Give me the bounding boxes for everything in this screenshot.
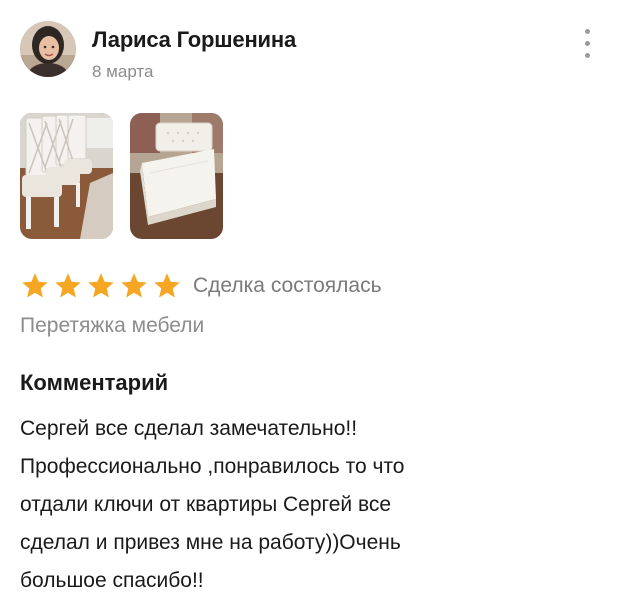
review-photo-bed[interactable] (130, 113, 223, 239)
star-icon (154, 273, 180, 298)
service-name[interactable]: Перетяжка мебели (20, 314, 204, 338)
author-name[interactable]: Лариса Горшенина (92, 27, 296, 53)
star-icon (88, 273, 114, 298)
review-date: 8 марта (92, 62, 154, 81)
review-photo-chairs[interactable] (20, 113, 113, 239)
star-rating (20, 271, 182, 301)
avatar[interactable] (20, 21, 76, 77)
comment-line: Сергей все сделал замечательно!! (20, 417, 358, 440)
comment-line: отдали ключи от квартиры Сергей все (20, 493, 392, 516)
comment-heading: Комментарий (20, 370, 169, 395)
rating-row: Сделка состоялась (20, 270, 382, 302)
star-icon (121, 273, 147, 298)
deal-status: Сделка состоялась (193, 274, 382, 297)
more-options-button[interactable] (578, 27, 596, 61)
comment-line: большое спасибо!! (20, 569, 204, 592)
star-icon (55, 273, 81, 298)
comment-line: сделал и привез мне на работу))Очень (20, 531, 401, 554)
comment-line: Профессионально ,понравилось то что (20, 455, 405, 478)
star-icon (22, 273, 48, 298)
comment-text: Сергей все сделал замечательно!! Професс… (20, 410, 580, 600)
review-header: Лариса Горшенина 8 марта (20, 21, 600, 83)
